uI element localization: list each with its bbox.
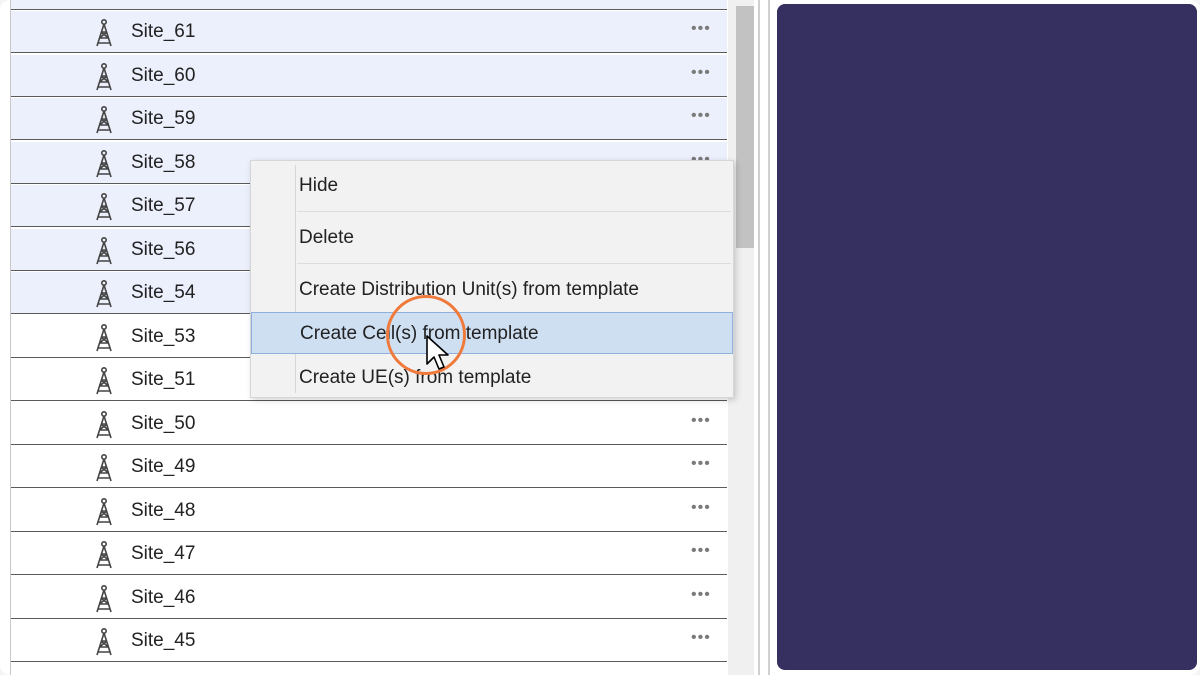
radio-tower-icon xyxy=(93,540,115,569)
site-name: Site_54 xyxy=(131,282,196,303)
site-name: Site_45 xyxy=(131,630,196,651)
radio-tower-icon xyxy=(93,323,115,352)
scrollbar-thumb[interactable] xyxy=(736,6,754,248)
context-menu: Hide Delete Create Distribution Unit(s) … xyxy=(250,160,734,398)
more-options-button[interactable]: ••• xyxy=(691,620,711,656)
site-name: Site_51 xyxy=(131,369,196,390)
radio-tower-icon xyxy=(93,366,115,395)
table-row[interactable]: Site_60 ••• xyxy=(11,54,727,97)
site-name: Site_59 xyxy=(131,108,196,129)
table-row[interactable]: Site_61 ••• xyxy=(11,11,727,53)
table-row[interactable] xyxy=(11,664,727,675)
menu-item-create-cells[interactable]: Create Cell(s) from template xyxy=(251,312,733,354)
panel-divider xyxy=(758,0,760,675)
site-name: Site_57 xyxy=(131,195,196,216)
site-name: Site_48 xyxy=(131,499,196,521)
splitter-handle[interactable] xyxy=(768,0,770,675)
arrow-cursor-icon xyxy=(426,335,449,370)
right-panel xyxy=(777,4,1197,670)
radio-tower-icon xyxy=(93,18,115,47)
more-options-button[interactable]: ••• xyxy=(691,98,711,134)
site-name: Site_61 xyxy=(131,21,196,42)
more-options-button[interactable]: ••• xyxy=(691,55,711,91)
table-row[interactable]: Site_49 ••• xyxy=(11,446,727,488)
site-name: Site_60 xyxy=(131,64,196,86)
menu-item-delete[interactable]: Delete xyxy=(251,217,733,259)
site-name: Site_53 xyxy=(131,325,196,347)
menu-item-create-distribution-units[interactable]: Create Distribution Unit(s) from templat… xyxy=(251,269,733,311)
table-row[interactable]: Site_50 ••• xyxy=(11,403,727,445)
more-options-button[interactable]: ••• xyxy=(691,490,711,526)
menu-item-create-ues[interactable]: Create UE(s) from template xyxy=(251,357,733,399)
table-row[interactable] xyxy=(11,0,727,10)
table-row[interactable]: Site_45 ••• xyxy=(11,620,727,662)
more-options-button[interactable]: ••• xyxy=(691,11,711,47)
radio-tower-icon xyxy=(93,584,115,613)
radio-tower-icon xyxy=(93,236,115,265)
table-row[interactable]: Site_47 ••• xyxy=(11,533,727,575)
radio-tower-icon xyxy=(93,410,115,439)
radio-tower-icon xyxy=(93,105,115,134)
menu-item-label: Hide xyxy=(299,175,339,196)
app-window: Site_61 ••• Site_60 ••• Site_59 ••• Site_58 •••… xyxy=(0,0,1200,675)
menu-separator xyxy=(297,211,731,212)
site-name: Site_56 xyxy=(131,238,196,260)
menu-item-label: Delete xyxy=(299,227,354,248)
radio-tower-icon xyxy=(93,279,115,308)
menu-item-hide[interactable]: Hide xyxy=(251,165,733,207)
menu-separator xyxy=(297,263,731,264)
site-name: Site_47 xyxy=(131,543,196,564)
site-name: Site_46 xyxy=(131,586,196,608)
radio-tower-icon xyxy=(93,62,115,91)
menu-item-label: Create Distribution Unit(s) from templat… xyxy=(299,279,639,300)
site-name: Site_50 xyxy=(131,412,196,434)
table-row[interactable]: Site_59 ••• xyxy=(11,98,727,140)
site-name: Site_49 xyxy=(131,456,196,477)
more-options-button[interactable]: ••• xyxy=(691,577,711,613)
table-row[interactable]: Site_46 ••• xyxy=(11,577,727,619)
radio-tower-icon xyxy=(93,453,115,482)
radio-tower-icon xyxy=(93,192,115,221)
more-options-button[interactable]: ••• xyxy=(691,446,711,482)
more-options-button[interactable]: ••• xyxy=(691,533,711,569)
site-name: Site_58 xyxy=(131,151,196,173)
radio-tower-icon xyxy=(93,149,115,178)
more-options-button[interactable]: ••• xyxy=(691,403,711,439)
radio-tower-icon xyxy=(93,497,115,526)
radio-tower-icon xyxy=(93,627,115,656)
table-row[interactable]: Site_48 ••• xyxy=(11,490,727,532)
